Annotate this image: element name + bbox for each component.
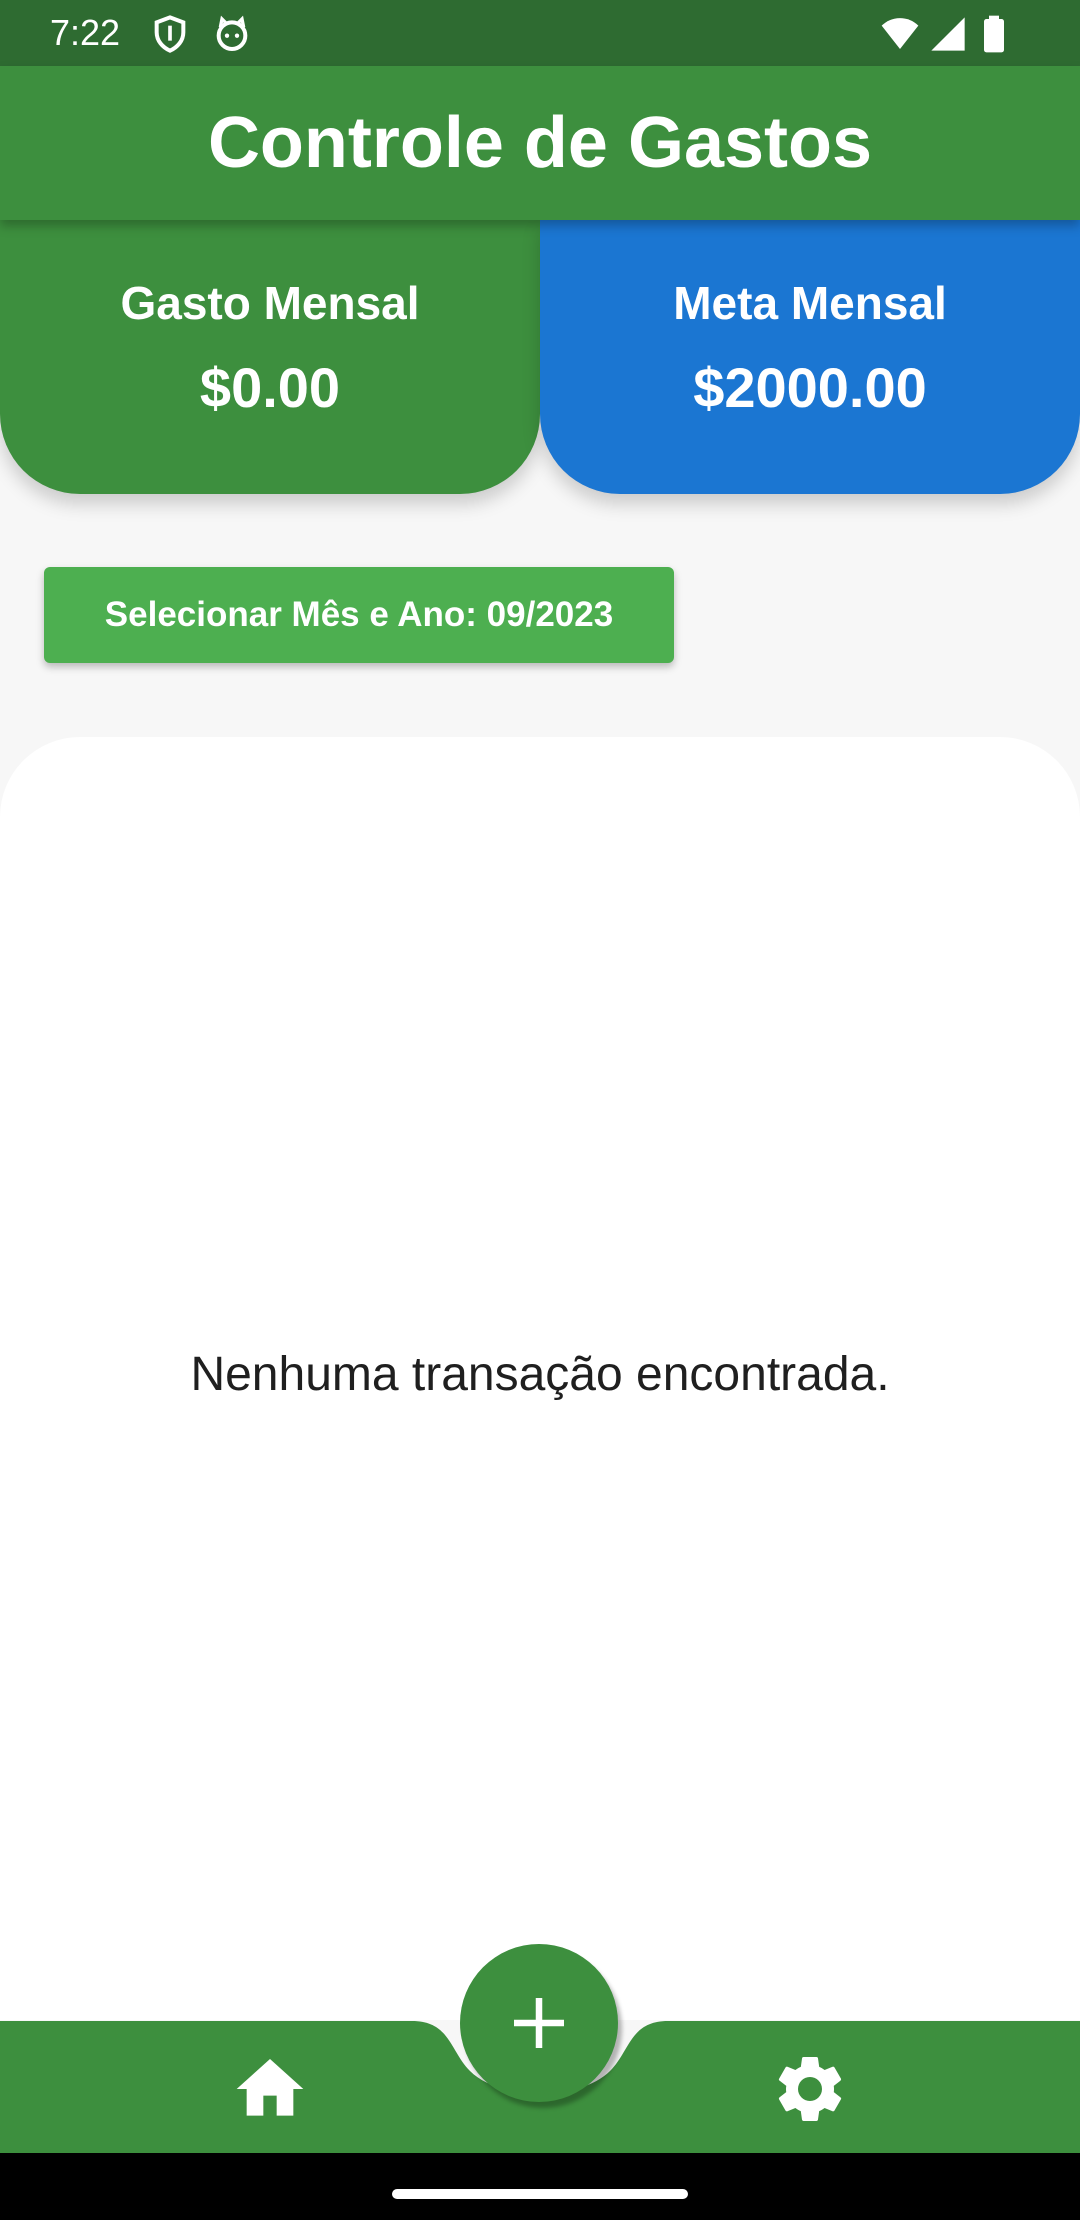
monthly-spent-card: Gasto Mensal $0.00 bbox=[0, 220, 540, 494]
transactions-panel: Nenhuma transação encontrada. bbox=[0, 737, 1080, 2020]
add-transaction-button[interactable] bbox=[460, 1944, 618, 2102]
wifi-icon bbox=[880, 14, 920, 54]
app-bar: Controle de Gastos bbox=[0, 66, 1080, 220]
monthly-spent-label: Gasto Mensal bbox=[120, 277, 420, 329]
select-month-year-button[interactable]: Selecionar Mês e Ano: 09/2023 bbox=[44, 567, 674, 663]
home-gesture-handle[interactable] bbox=[392, 2189, 688, 2199]
plus-icon bbox=[514, 1998, 564, 2048]
home-icon bbox=[236, 2059, 304, 2116]
system-navigation-bar bbox=[0, 2153, 1080, 2220]
shield-icon bbox=[150, 14, 190, 54]
status-bar: 7:22 bbox=[0, 0, 1080, 66]
app-title: Controle de Gastos bbox=[207, 103, 873, 183]
settings-button[interactable] bbox=[770, 2049, 850, 2129]
empty-transactions-message: Nenhuma transação encontrada. bbox=[190, 1348, 890, 1401]
status-time: 7:22 bbox=[50, 12, 121, 53]
gear-icon bbox=[778, 2057, 842, 2121]
battery-icon bbox=[974, 14, 1014, 54]
monthly-spent-value: $0.00 bbox=[199, 356, 341, 419]
home-button[interactable] bbox=[230, 2049, 310, 2129]
monthly-goal-value: $2000.00 bbox=[693, 356, 927, 419]
cat-face-icon bbox=[212, 14, 252, 54]
monthly-goal-card: Meta Mensal $2000.00 bbox=[540, 220, 1080, 494]
monthly-goal-label: Meta Mensal bbox=[673, 277, 947, 329]
signal-icon bbox=[928, 14, 968, 54]
